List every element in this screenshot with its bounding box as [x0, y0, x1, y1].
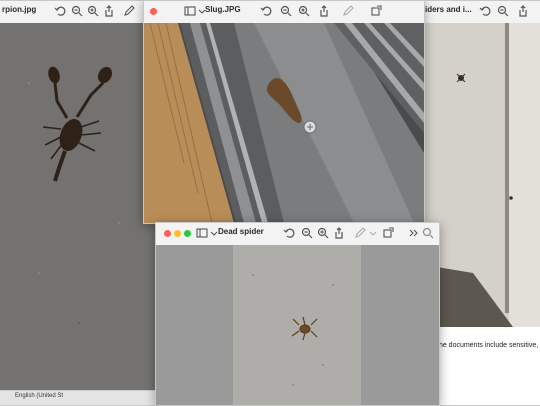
share-icon[interactable]	[517, 4, 529, 18]
share-icon[interactable]	[333, 226, 345, 240]
markup-icon[interactable]	[342, 4, 354, 18]
minimize-button[interactable]	[174, 230, 181, 237]
slug-toolbar: Slug.JPG	[144, 1, 424, 24]
close-button[interactable]	[150, 8, 157, 15]
spiders-toolbar: iders and i...	[413, 1, 540, 24]
document-text: the documents include sensitive,	[437, 342, 539, 349]
crop-icon[interactable]	[382, 226, 394, 240]
scorpion-image	[0, 23, 157, 405]
zoom-out-icon[interactable]	[497, 4, 509, 18]
rotate-icon[interactable]	[479, 4, 491, 18]
dead-spider-toolbar: Dead spider	[156, 223, 439, 246]
chevron-down-icon[interactable]	[196, 4, 206, 18]
scorpion-window-title: rpion.jpg	[2, 5, 37, 14]
dead-spider-window-title: Dead spider	[218, 227, 264, 236]
zoom-button[interactable]	[184, 230, 191, 237]
dead-spider-window[interactable]: Dead spider	[155, 222, 440, 406]
slug-window[interactable]: Slug.JPG	[143, 0, 425, 224]
more-chevron-icon[interactable]	[408, 226, 420, 240]
dead-spider-viewer	[156, 245, 439, 405]
share-icon[interactable]	[103, 4, 115, 18]
sidebar-icon[interactable]	[184, 4, 196, 18]
chevron-down-icon[interactable]	[208, 226, 218, 240]
share-icon[interactable]	[318, 4, 330, 18]
sidebar-icon[interactable]	[196, 226, 208, 240]
chevron-down-icon[interactable]	[367, 226, 377, 240]
search-icon[interactable]	[422, 226, 434, 240]
scorpion-window[interactable]: rpion.jpg English (United St	[0, 0, 158, 406]
markup-icon[interactable]	[123, 4, 135, 18]
zoom-in-icon[interactable]	[87, 4, 99, 18]
scorpion-toolbar: rpion.jpg	[0, 1, 157, 24]
rotate-icon[interactable]	[260, 4, 272, 18]
crop-icon[interactable]	[370, 4, 382, 18]
zoom-in-icon[interactable]	[298, 4, 310, 18]
rotate-icon[interactable]	[54, 4, 66, 18]
dead-spider-image	[233, 245, 361, 405]
rotate-icon[interactable]	[283, 226, 295, 240]
zoom-out-icon[interactable]	[71, 4, 83, 18]
zoom-out-icon[interactable]	[301, 226, 313, 240]
spiders-window-title: iders and i...	[425, 5, 472, 14]
close-button[interactable]	[164, 230, 171, 237]
status-bar: English (United St	[0, 390, 157, 405]
zoom-in-icon[interactable]	[317, 226, 329, 240]
markup-icon[interactable]	[354, 226, 366, 240]
slug-window-title: Slug.JPG	[205, 5, 241, 14]
spider	[456, 73, 466, 83]
language-label: English (United St	[15, 393, 64, 399]
zoom-out-icon[interactable]	[280, 4, 292, 18]
slug-image	[144, 23, 424, 223]
